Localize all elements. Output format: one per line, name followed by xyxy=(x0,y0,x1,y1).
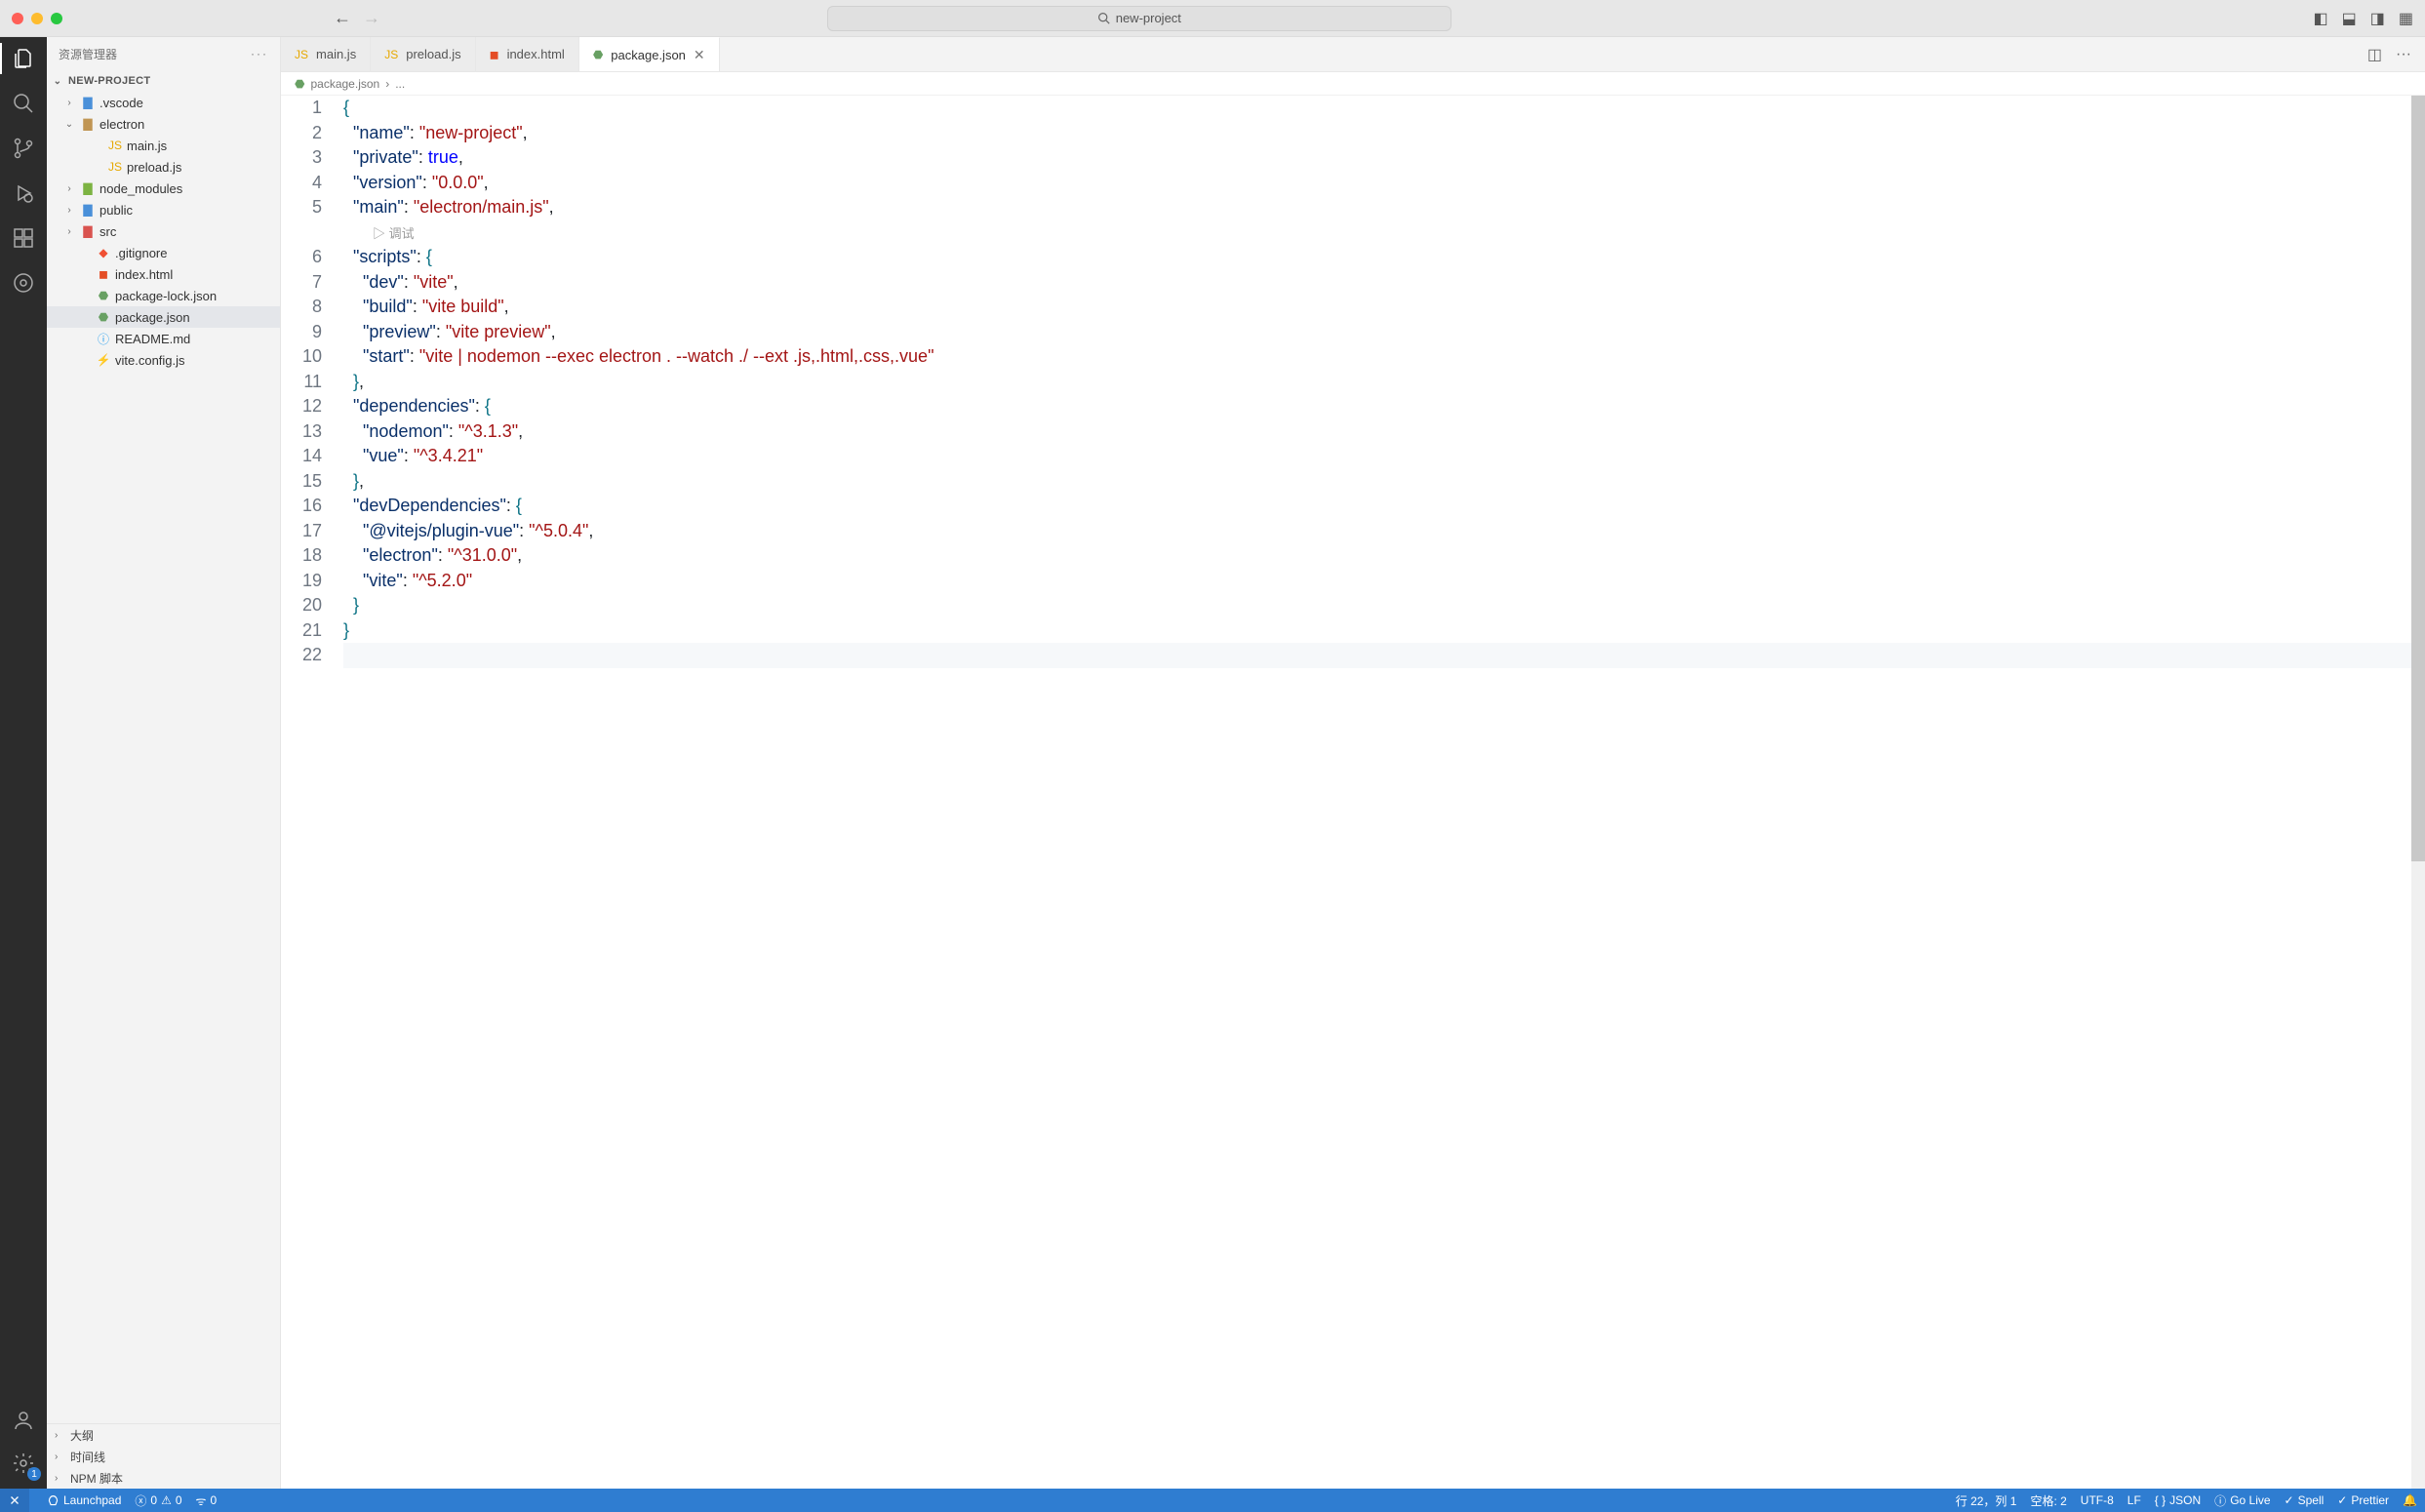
warning-icon: ⚠ xyxy=(161,1493,172,1507)
breadcrumb[interactable]: ⬣ package.json › ... xyxy=(281,72,2425,96)
tree-root[interactable]: ⌄NEW-PROJECT xyxy=(47,70,280,92)
remote-icon xyxy=(8,1493,21,1507)
tree-file-package-json[interactable]: ⬣package.json xyxy=(47,306,280,328)
tab-main-js[interactable]: JSmain.js xyxy=(281,37,371,71)
section-timeline[interactable]: ›时间线 xyxy=(47,1446,280,1467)
activity-extensions[interactable] xyxy=(10,224,37,252)
status-cursor-position[interactable]: 行 22，列 1 xyxy=(1956,1492,2017,1509)
tree-folder-src[interactable]: ›▇src xyxy=(47,220,280,242)
tree-file-readme[interactable]: ⓘREADME.md xyxy=(47,328,280,349)
remote-icon xyxy=(12,271,35,295)
error-icon: ⓧ xyxy=(135,1492,146,1509)
file-tree: ⌄NEW-PROJECT ›▇.vscode ⌄▇electron JSmain… xyxy=(47,70,280,1423)
activity-explorer[interactable] xyxy=(10,45,37,72)
activity-search[interactable] xyxy=(10,90,37,117)
titlebar-right: ◧ ⬓ ◨ ▦ xyxy=(2313,9,2413,28)
antenna-icon: ᯤ xyxy=(196,1492,207,1509)
section-npm-scripts[interactable]: ›NPM 脚本 xyxy=(47,1467,280,1489)
editor-actions: ◫ ··· xyxy=(2354,37,2425,71)
minimap-thumb[interactable] xyxy=(2411,96,2425,861)
search-label: new-project xyxy=(1116,11,1181,25)
json-file-icon: ⬣ xyxy=(295,77,304,91)
extensions-icon xyxy=(12,226,35,250)
command-center[interactable]: new-project xyxy=(827,6,1451,31)
broadcast-icon: ⓘ xyxy=(2214,1492,2226,1509)
tree-file-vite-config[interactable]: ⚡vite.config.js xyxy=(47,349,280,371)
tree-file-index-html[interactable]: ◼index.html xyxy=(47,263,280,285)
editor-tabs: JSmain.js JSpreload.js ◼index.html ⬣pack… xyxy=(281,37,2425,72)
section-outline[interactable]: ›大纲 xyxy=(47,1424,280,1446)
play-bug-icon xyxy=(12,181,35,205)
tree-folder-electron[interactable]: ⌄▇electron xyxy=(47,113,280,135)
status-launchpad[interactable]: Launchpad xyxy=(47,1493,121,1507)
sidebar-header: 资源管理器 ··· xyxy=(47,37,280,70)
search-icon xyxy=(12,92,35,115)
tree-folder-public[interactable]: ›▇public xyxy=(47,199,280,220)
account-icon xyxy=(12,1409,35,1432)
status-problems[interactable]: ⓧ0 ⚠0 xyxy=(135,1492,181,1509)
check-icon: ✓ xyxy=(2337,1493,2347,1507)
codelens-debug[interactable]: ▷ 调试 xyxy=(343,221,415,247)
tab-preload-js[interactable]: JSpreload.js xyxy=(371,37,475,71)
status-bar: Launchpad ⓧ0 ⚠0 ᯤ0 行 22，列 1 空格: 2 UTF-8 … xyxy=(0,1489,2425,1512)
nav-forward-button[interactable]: → xyxy=(363,8,380,28)
braces-icon: { } xyxy=(2155,1493,2166,1507)
minimize-window-button[interactable] xyxy=(31,13,43,24)
status-indentation[interactable]: 空格: 2 xyxy=(2030,1492,2066,1509)
tab-package-json[interactable]: ⬣package.json✕ xyxy=(579,37,720,71)
tree-file-main-js[interactable]: JSmain.js xyxy=(47,135,280,156)
rocket-icon xyxy=(47,1494,60,1507)
close-window-button[interactable] xyxy=(12,13,23,24)
window-controls xyxy=(12,13,62,24)
activity-remote-explorer[interactable] xyxy=(10,269,37,297)
status-ports[interactable]: ᯤ0 xyxy=(196,1492,218,1509)
tab-index-html[interactable]: ◼index.html xyxy=(476,37,579,71)
check-icon: ✓ xyxy=(2285,1493,2294,1507)
sidebar-collapsed-sections: ›大纲 ›时间线 ›NPM 脚本 xyxy=(47,1423,280,1489)
minimap-scrollbar[interactable] xyxy=(2411,96,2425,1489)
activity-bar: 1 xyxy=(0,37,47,1489)
remote-indicator[interactable] xyxy=(0,1489,29,1512)
activity-debug[interactable] xyxy=(10,179,37,207)
status-prettier[interactable]: ✓Prettier xyxy=(2337,1493,2389,1507)
search-icon xyxy=(1097,12,1110,24)
git-branch-icon xyxy=(12,137,35,160)
tree-file-gitignore[interactable]: ◆.gitignore xyxy=(47,242,280,263)
status-eol[interactable]: LF xyxy=(2127,1493,2141,1507)
bell-icon: 🔔 xyxy=(2403,1493,2417,1507)
layout-sidebar-right-icon[interactable]: ◨ xyxy=(2370,9,2385,28)
editor-more-icon[interactable]: ··· xyxy=(2396,46,2411,63)
line-numbers: 12345678910111213141516171819202122 xyxy=(281,96,339,1489)
tree-file-preload-js[interactable]: JSpreload.js xyxy=(47,156,280,178)
titlebar: ← → new-project ◧ ⬓ ◨ ▦ xyxy=(0,0,2425,37)
status-go-live[interactable]: ⓘGo Live xyxy=(2214,1492,2270,1509)
settings-badge: 1 xyxy=(27,1467,41,1481)
status-spell[interactable]: ✓Spell xyxy=(2285,1493,2325,1507)
activity-settings[interactable]: 1 xyxy=(10,1450,37,1477)
code-content[interactable]: { "name": "new-project", "private": true… xyxy=(339,96,2425,1489)
tree-folder-node-modules[interactable]: ›▇node_modules xyxy=(47,178,280,199)
activity-scm[interactable] xyxy=(10,135,37,162)
close-tab-button[interactable]: ✕ xyxy=(694,47,705,63)
layout-sidebar-left-icon[interactable]: ◧ xyxy=(2313,9,2327,28)
nav-arrows: ← → xyxy=(334,8,380,28)
code-editor[interactable]: 12345678910111213141516171819202122 { "n… xyxy=(281,96,2425,1489)
sidebar-title: 资源管理器 xyxy=(59,46,117,62)
split-editor-icon[interactable]: ◫ xyxy=(2367,45,2382,64)
maximize-window-button[interactable] xyxy=(51,13,62,24)
tree-file-package-lock[interactable]: ⬣package-lock.json xyxy=(47,285,280,306)
files-icon xyxy=(12,47,35,70)
tree-folder-vscode[interactable]: ›▇.vscode xyxy=(47,92,280,113)
status-encoding[interactable]: UTF-8 xyxy=(2081,1493,2114,1507)
layout-panel-icon[interactable]: ⬓ xyxy=(2342,9,2357,28)
nav-back-button[interactable]: ← xyxy=(334,8,351,28)
sidebar-more-button[interactable]: ··· xyxy=(251,47,268,60)
status-notifications[interactable]: 🔔 xyxy=(2403,1493,2417,1507)
sidebar-explorer: 资源管理器 ··· ⌄NEW-PROJECT ›▇.vscode ⌄▇elect… xyxy=(47,37,281,1489)
status-language[interactable]: { }JSON xyxy=(2155,1493,2201,1507)
editor-group: JSmain.js JSpreload.js ◼index.html ⬣pack… xyxy=(281,37,2425,1489)
layout-customize-icon[interactable]: ▦ xyxy=(2399,9,2413,28)
activity-accounts[interactable] xyxy=(10,1407,37,1434)
